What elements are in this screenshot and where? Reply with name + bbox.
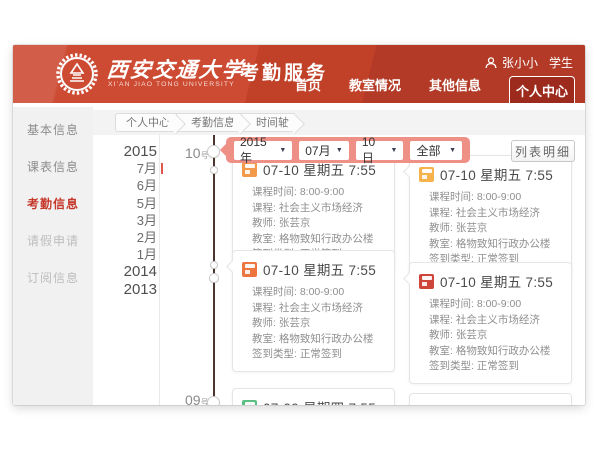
sidebar-item-schedule[interactable]: 课表信息 <box>13 153 93 181</box>
card-field-room: 教室: 格物致知行政办公楼 <box>252 332 385 348</box>
day-select[interactable]: 10日 ▼ <box>356 141 404 160</box>
breadcrumb: 个人中心 考勤信息 时间轴 <box>115 113 295 132</box>
card-field-course: 课程: 社会主义市场经济 <box>252 201 385 217</box>
user-icon <box>485 57 497 69</box>
sidebar-item-subscription[interactable]: 订阅信息 <box>13 264 93 292</box>
sidebar: 基本信息 课表信息 考勤信息 请假申请 订阅信息 <box>13 107 93 405</box>
user-name: 张小小 <box>502 54 538 71</box>
rail-month[interactable]: 6月 <box>105 177 157 194</box>
nav-other-info[interactable]: 其他信息 <box>429 75 481 103</box>
breadcrumb-attendance[interactable]: 考勤信息 <box>176 113 241 132</box>
card-field-teacher: 教师: 张芸京 <box>429 328 562 344</box>
card-field-teacher: 教师: 张芸京 <box>429 221 562 237</box>
breadcrumb-bar: 个人中心 考勤信息 时间轴 <box>93 110 585 135</box>
breadcrumb-personal-center[interactable]: 个人中心 <box>115 113 176 132</box>
attendance-card-partial <box>409 393 572 405</box>
chevron-down-icon: ▼ <box>391 147 398 154</box>
rail-year[interactable]: 2013 <box>105 281 157 298</box>
rail-month[interactable]: 5月 <box>105 195 157 212</box>
timeline-node-day09 <box>207 396 220 405</box>
sidebar-item-basic-info[interactable]: 基本信息 <box>13 116 93 144</box>
nav-home[interactable]: 首页 <box>295 75 321 103</box>
card-field-time: 课程时间: 8:00-9:00 <box>429 190 562 206</box>
year-select[interactable]: 2015年 ▼ <box>234 141 292 160</box>
timeline-node <box>210 166 218 174</box>
rail-month[interactable]: 1月 <box>105 246 157 263</box>
university-name-zh: 西安交通大学 <box>106 54 247 84</box>
card-field-time: 课程时间: 8:00-9:00 <box>429 297 562 313</box>
month-select[interactable]: 07月 ▼ <box>299 141 349 160</box>
attendance-card: 07-10 星期五 7:55 课程时间: 8:00-9:00 课程: 社会主义市… <box>232 250 395 372</box>
card-field-time: 课程时间: 8:00-9:00 <box>252 185 385 201</box>
filter-bar: 2015年 ▼ 07月 ▼ 10日 ▼ 全部 ▼ <box>226 137 470 163</box>
university-name-en: XI'AN JIAO TONG UNIVERSITY <box>108 81 235 88</box>
rail-year[interactable]: 2014 <box>105 263 157 280</box>
chevron-down-icon: ▼ <box>279 147 286 154</box>
card-field-teacher: 教师: 张芸京 <box>252 316 385 332</box>
user-account[interactable]: 张小小 学生 <box>485 54 573 71</box>
timeline-node <box>209 273 219 283</box>
attendance-card: 07-10 星期五 7:55 课程时间: 8:00-9:00 课程: 社会主义市… <box>409 262 572 384</box>
card-field-signin-type: 签到类型: 正常签到 <box>429 359 562 375</box>
card-field-signin-type: 签到类型: 正常签到 <box>252 347 385 363</box>
calendar-icon <box>419 274 434 289</box>
sidebar-item-leave-request[interactable]: 请假申请 <box>13 227 93 255</box>
timeline-axis <box>213 135 215 405</box>
chevron-down-icon: ▼ <box>449 147 456 154</box>
calendar-icon <box>242 262 257 277</box>
rail-month-current[interactable]: 7月 <box>105 160 157 177</box>
card-date: 07-09 星期四 7:55 <box>263 397 376 405</box>
card-field-room: 教室: 格物致知行政办公楼 <box>252 232 385 248</box>
card-field-teacher: 教师: 张芸京 <box>252 216 385 232</box>
scope-select[interactable]: 全部 ▼ <box>410 141 462 160</box>
card-field-course: 课程: 社会主义市场经济 <box>429 206 562 222</box>
calendar-icon <box>242 400 257 406</box>
user-role: 学生 <box>549 54 573 71</box>
app-window: 西安交通大学 XI'AN JIAO TONG UNIVERSITY 考勤服务 张… <box>13 45 585 405</box>
card-field-room: 教室: 格物致知行政办公楼 <box>429 237 562 253</box>
attendance-card: 07-10 星期五 7:55 课程时间: 8:00-9:00 课程: 社会主义市… <box>409 155 572 277</box>
rail-month[interactable]: 2月 <box>105 229 157 246</box>
card-date: 07-10 星期五 7:55 <box>263 259 376 279</box>
chevron-down-icon: ▼ <box>336 147 343 154</box>
timeline-month-rail: 2015 7月 6月 5月 3月 2月 1月 2014 2013 <box>105 143 157 298</box>
timeline-node <box>210 261 218 269</box>
sidebar-item-attendance-active[interactable]: 考勤信息 <box>13 190 93 218</box>
nav-personal-center-active[interactable]: 个人中心 <box>509 76 575 103</box>
card-field-room: 教室: 格物致知行政办公楼 <box>429 344 562 360</box>
current-month-marker <box>161 163 163 174</box>
page: 西安交通大学 XI'AN JIAO TONG UNIVERSITY 考勤服务 张… <box>0 0 600 450</box>
timeline-node-day10 <box>207 145 220 158</box>
card-date: 07-10 星期五 7:55 <box>440 164 553 184</box>
rail-divider <box>159 135 160 405</box>
list-detail-button[interactable]: 列表明细 <box>511 140 575 162</box>
card-field-course: 课程: 社会主义市场经济 <box>429 313 562 329</box>
card-field-time: 课程时间: 8:00-9:00 <box>252 285 385 301</box>
calendar-icon <box>419 167 434 182</box>
rail-year[interactable]: 2015 <box>105 143 157 160</box>
timeline-day-09: 09号 <box>185 392 209 405</box>
header-banner: 西安交通大学 XI'AN JIAO TONG UNIVERSITY 考勤服务 张… <box>13 45 585 103</box>
university-logo-icon <box>55 52 99 96</box>
main-nav: 首页 教室情况 其他信息 个人中心 <box>295 75 575 103</box>
rail-month[interactable]: 3月 <box>105 212 157 229</box>
card-field-course: 课程: 社会主义市场经济 <box>252 301 385 317</box>
nav-classrooms[interactable]: 教室情况 <box>349 75 401 103</box>
attendance-card-partial: 07-09 星期四 7:55 <box>232 388 395 405</box>
card-date: 07-10 星期五 7:55 <box>440 271 553 291</box>
timeline-day-10: 10号 <box>185 145 209 161</box>
